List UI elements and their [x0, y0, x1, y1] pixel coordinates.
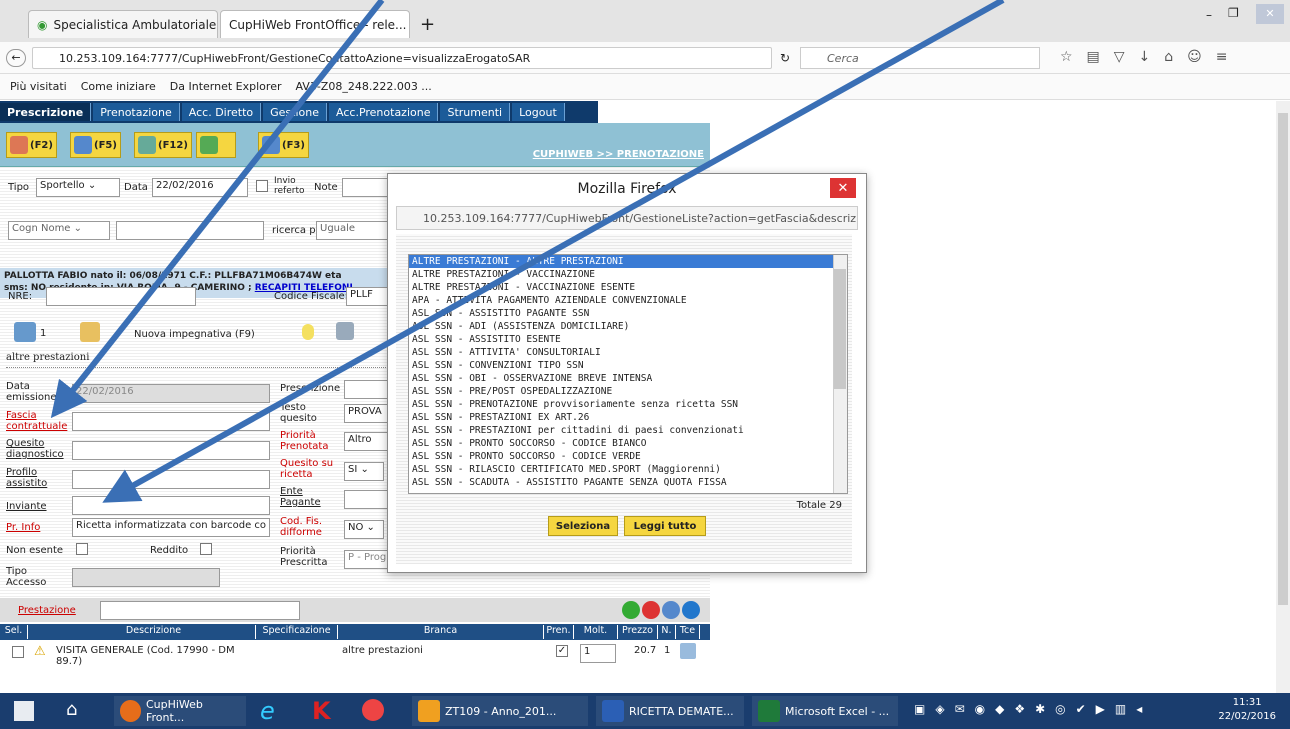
arrow-to-fascia — [50, 0, 385, 419]
arrow-to-inviante — [102, 0, 1005, 503]
annotation-arrows — [50, 0, 1005, 503]
